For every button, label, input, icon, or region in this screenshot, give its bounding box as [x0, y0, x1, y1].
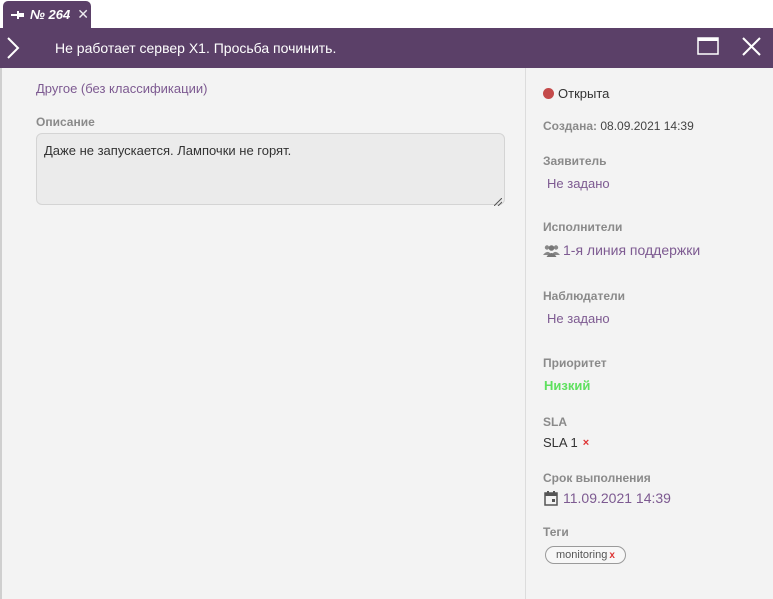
tag-chip[interactable]: monitoring x: [545, 546, 626, 564]
tab-ticket[interactable]: № 264 ✕: [3, 1, 91, 28]
tag-remove-icon[interactable]: x: [609, 550, 615, 561]
users-icon: [543, 244, 560, 257]
tab-close-icon[interactable]: ✕: [77, 6, 89, 23]
tags-label: Теги: [543, 525, 569, 539]
sla-row: SLA 1 ×: [543, 435, 589, 450]
watchers-value[interactable]: Не задано: [547, 311, 610, 326]
tag-label: monitoring: [556, 549, 608, 561]
requester-label: Заявитель: [543, 154, 607, 168]
tab-bar: № 264 ✕: [0, 0, 773, 28]
executors-value[interactable]: 1-я линия поддержки: [543, 242, 700, 258]
sla-value[interactable]: SLA 1: [543, 435, 578, 450]
ticket-header: Не работает сервер X1. Просьба починить.: [0, 28, 773, 68]
status-badge[interactable]: Открыта: [543, 86, 609, 101]
maximize-icon[interactable]: [697, 37, 719, 55]
executors-text: 1-я линия поддержки: [563, 242, 701, 258]
pin-icon[interactable]: [11, 10, 25, 20]
description-label: Описание: [36, 115, 95, 129]
status-label: Открыта: [558, 86, 610, 101]
due-label: Срок выполнения: [543, 471, 651, 485]
left-edge: [0, 68, 2, 599]
priority-value[interactable]: Низкий: [544, 378, 590, 393]
created-row: Создана: 08.09.2021 14:39: [543, 119, 694, 133]
sla-label: SLA: [543, 415, 567, 429]
due-text: 11.09.2021 14:39: [563, 490, 671, 506]
panel-divider: [525, 68, 526, 599]
watchers-label: Наблюдатели: [543, 289, 626, 303]
resize-grip-icon[interactable]: [493, 194, 503, 207]
description-field[interactable]: Даже не запускается. Лампочки не горят.: [36, 133, 505, 207]
requester-value[interactable]: Не задано: [547, 176, 610, 191]
category-link[interactable]: Другое (без классификации): [36, 81, 207, 96]
status-dot-icon: [543, 88, 554, 99]
sla-remove-icon[interactable]: ×: [583, 437, 589, 449]
close-icon[interactable]: [741, 36, 762, 57]
created-label: Создана:: [543, 119, 598, 133]
executors-label: Исполнители: [543, 220, 623, 234]
chevron-right-icon[interactable]: [5, 36, 21, 60]
tab-label: № 264: [30, 7, 71, 22]
priority-label: Приоритет: [543, 356, 607, 370]
calendar-icon: [544, 490, 558, 506]
ticket-title: Не работает сервер X1. Просьба починить.: [55, 40, 337, 56]
description-text: Даже не запускается. Лампочки не горят.: [44, 143, 292, 158]
created-value: 08.09.2021 14:39: [600, 119, 694, 133]
due-value[interactable]: 11.09.2021 14:39: [544, 490, 671, 506]
